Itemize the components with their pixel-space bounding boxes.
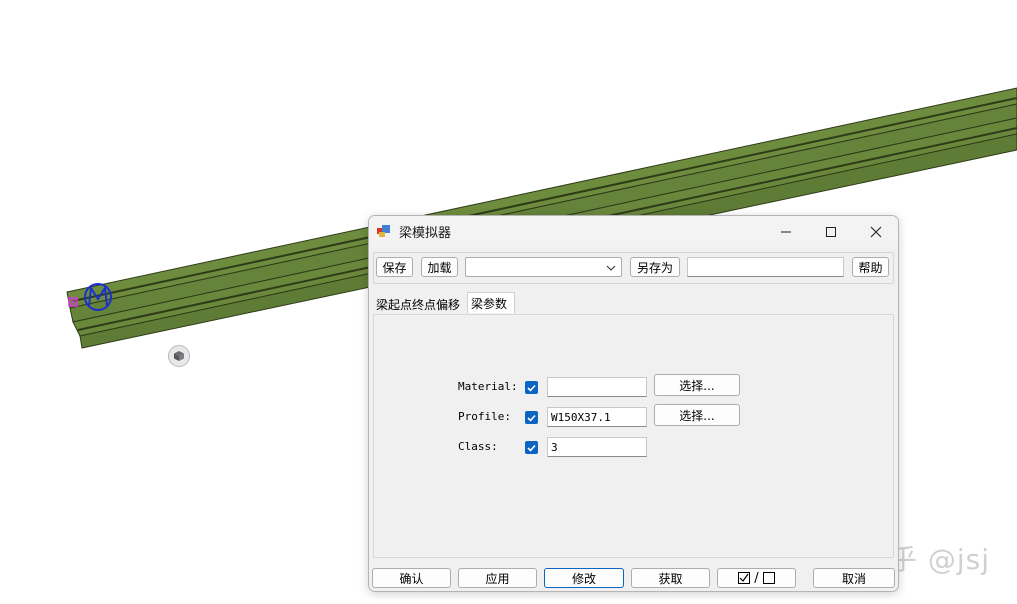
help-button[interactable]: 帮助 xyxy=(852,257,889,277)
view-navigation-cube-icon[interactable] xyxy=(168,345,190,367)
preset-select[interactable] xyxy=(465,257,622,277)
unchecked-box-icon xyxy=(762,572,775,584)
get-button[interactable]: 获取 xyxy=(631,568,710,588)
apply-button[interactable]: 应用 xyxy=(458,568,537,588)
checked-box-icon xyxy=(738,572,751,584)
app-icon xyxy=(377,225,390,237)
save-button[interactable]: 保存 xyxy=(376,257,413,277)
material-checkbox[interactable] xyxy=(525,381,538,394)
save-as-button[interactable]: 另存为 xyxy=(630,257,680,277)
cube-icon xyxy=(174,351,184,361)
class-checkbox[interactable] xyxy=(525,441,538,454)
class-label: Class: xyxy=(458,440,498,453)
close-icon xyxy=(870,226,882,237)
cancel-button[interactable]: 取消 xyxy=(813,568,895,588)
toggle-all-button[interactable]: / xyxy=(717,568,796,588)
class-input[interactable]: 3 xyxy=(547,437,647,457)
title-bar[interactable]: 梁模拟器 xyxy=(369,216,898,247)
profile-input[interactable]: W150X37.1 xyxy=(547,407,647,427)
profile-select-button[interactable]: 选择... xyxy=(654,404,740,426)
tab-start-end-offset[interactable]: 梁起点终点偏移 xyxy=(373,294,465,314)
material-input[interactable] xyxy=(547,377,647,397)
profile-label: Profile: xyxy=(458,410,511,423)
check-icon xyxy=(527,444,536,452)
beam-parameters-panel: Material: 选择... Profile: W150X37.1 选择...… xyxy=(373,314,894,558)
save-as-name-input[interactable] xyxy=(687,257,844,277)
modify-button[interactable]: 修改 xyxy=(544,568,624,588)
check-icon xyxy=(527,384,536,392)
tab-beam-parameters[interactable]: 梁参数 xyxy=(467,292,515,313)
close-button[interactable] xyxy=(853,216,898,247)
load-button[interactable]: 加载 xyxy=(421,257,458,277)
chevron-down-icon xyxy=(606,265,616,271)
minimize-button[interactable] xyxy=(763,216,809,247)
profile-checkbox[interactable] xyxy=(525,411,538,424)
material-label: Material: xyxy=(458,380,518,393)
check-icon xyxy=(527,414,536,422)
minimize-icon xyxy=(781,231,791,232)
maximize-icon xyxy=(826,226,836,237)
beam-simulator-dialog: 梁模拟器 保存 加载 另存为 帮助 梁起点终点偏移 梁参数 Material: … xyxy=(368,215,899,592)
maximize-button[interactable] xyxy=(808,216,854,247)
toggle-separator: / xyxy=(754,570,759,586)
dialog-title: 梁模拟器 xyxy=(399,226,452,241)
ok-button[interactable]: 确认 xyxy=(372,568,451,588)
material-select-button[interactable]: 选择... xyxy=(654,374,740,396)
